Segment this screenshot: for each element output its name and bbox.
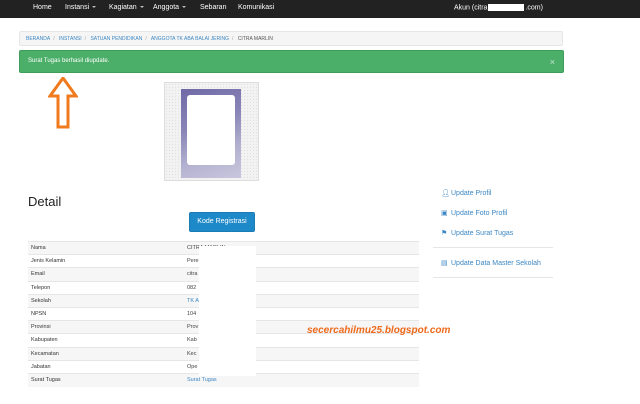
- row-label: Provinsi: [28, 320, 184, 334]
- photo-redaction: [187, 95, 235, 165]
- alert-message: Surat Tugas berhasil diupdate.: [28, 58, 110, 64]
- breadcrumb-separator: /: [232, 36, 234, 42]
- sidebar-divider: [433, 247, 553, 248]
- update-profil-link[interactable]: 👤︎Update Profil: [441, 189, 491, 197]
- caret-down-icon: [92, 6, 97, 9]
- row-label: Telepon: [28, 280, 184, 295]
- blog-watermark: secercahilmu25.blogspot.com: [307, 325, 451, 336]
- kode-registrasi-button[interactable]: Kode Registrasi: [189, 212, 255, 232]
- update-profil-label: Update Profil: [451, 190, 492, 197]
- breadcrumb: BERANDA / INSTANSI / SATUAN PENDIDIKAN / AN…: [19, 31, 563, 46]
- account-menu[interactable]: Akun (citra .com): [454, 4, 543, 11]
- row-label: Kabupaten: [28, 333, 184, 347]
- row-label: NPSN: [28, 306, 184, 321]
- update-foto-profil-label: Update Foto Profil: [451, 210, 508, 217]
- breadcrumb-beranda[interactable]: BERANDA: [26, 36, 50, 42]
- breadcrumb-satuan-pendidikan[interactable]: SATUAN PENDIDIKAN: [90, 36, 142, 42]
- caret-down-icon: [139, 6, 144, 9]
- row-label: Sekolah: [28, 293, 184, 308]
- nav-instansi[interactable]: Instansi: [65, 4, 97, 11]
- top-navbar: Home Instansi Kagiatan Anggota Sebaran K…: [0, 0, 640, 18]
- breadcrumb-instansi[interactable]: INSTANSI: [59, 36, 82, 42]
- user-icon: 👤︎: [441, 190, 450, 197]
- update-data-master-sekolah-link[interactable]: ▤ Update Data Master Sekolah: [441, 259, 541, 267]
- update-foto-profil-link[interactable]: ▣ Update Foto Profil: [441, 209, 507, 217]
- update-surat-tugas-label: Update Surat Tugas: [451, 230, 514, 237]
- update-data-master-sekolah-label: Update Data Master Sekolah: [451, 260, 541, 267]
- row-label: Kecamatan: [28, 346, 184, 361]
- annotation-arrow-up-icon: [48, 77, 78, 129]
- breadcrumb-separator: /: [145, 36, 147, 42]
- row-label: Surat Tugas: [28, 372, 184, 387]
- row-label: Jenis Kelamin: [28, 254, 184, 268]
- nav-instansi-label: Instansi: [65, 4, 90, 11]
- nav-kagiatan[interactable]: Kagiatan: [109, 4, 144, 11]
- update-surat-tugas-link[interactable]: ⚑ Update Surat Tugas: [441, 229, 513, 237]
- nav-sebaran[interactable]: Sebaran: [200, 4, 226, 11]
- detail-heading: Detail: [28, 194, 62, 209]
- sidebar-divider: [433, 277, 553, 278]
- camera-icon: ▣: [441, 210, 448, 217]
- close-icon[interactable]: ×: [550, 57, 555, 67]
- nav-anggota-label: Anggota: [153, 4, 180, 11]
- breadcrumb-current: CITRA MARLIN: [237, 36, 273, 42]
- image-icon: ▤: [441, 260, 448, 267]
- redacted-email-mask: [488, 4, 525, 11]
- caret-down-icon: [182, 6, 187, 9]
- breadcrumb-separator: /: [53, 36, 55, 42]
- profile-photo-frame: [164, 82, 259, 181]
- breadcrumb-anggota[interactable]: ANGGOTA TK ABA BALAI JERING: [151, 36, 229, 42]
- nav-komunikasi[interactable]: Komunikasi: [238, 4, 274, 11]
- account-label-prefix: Akun (citra: [454, 4, 488, 12]
- row-label: Email: [28, 267, 184, 282]
- account-label-suffix: .com): [525, 4, 543, 12]
- profile-photo: [181, 89, 241, 178]
- breadcrumb-separator: /: [84, 36, 87, 42]
- nav-home[interactable]: Home: [33, 4, 52, 11]
- flag-icon: ⚑: [441, 230, 448, 237]
- nav-anggota[interactable]: Anggota: [153, 4, 187, 11]
- success-alert: Surat Tugas berhasil diupdate. ×: [19, 50, 564, 73]
- nav-kagiatan-label: Kagiatan: [109, 4, 137, 11]
- row-label: Nama: [28, 240, 184, 255]
- redaction-mask: [199, 246, 256, 376]
- row-label: Jabatan: [28, 359, 184, 374]
